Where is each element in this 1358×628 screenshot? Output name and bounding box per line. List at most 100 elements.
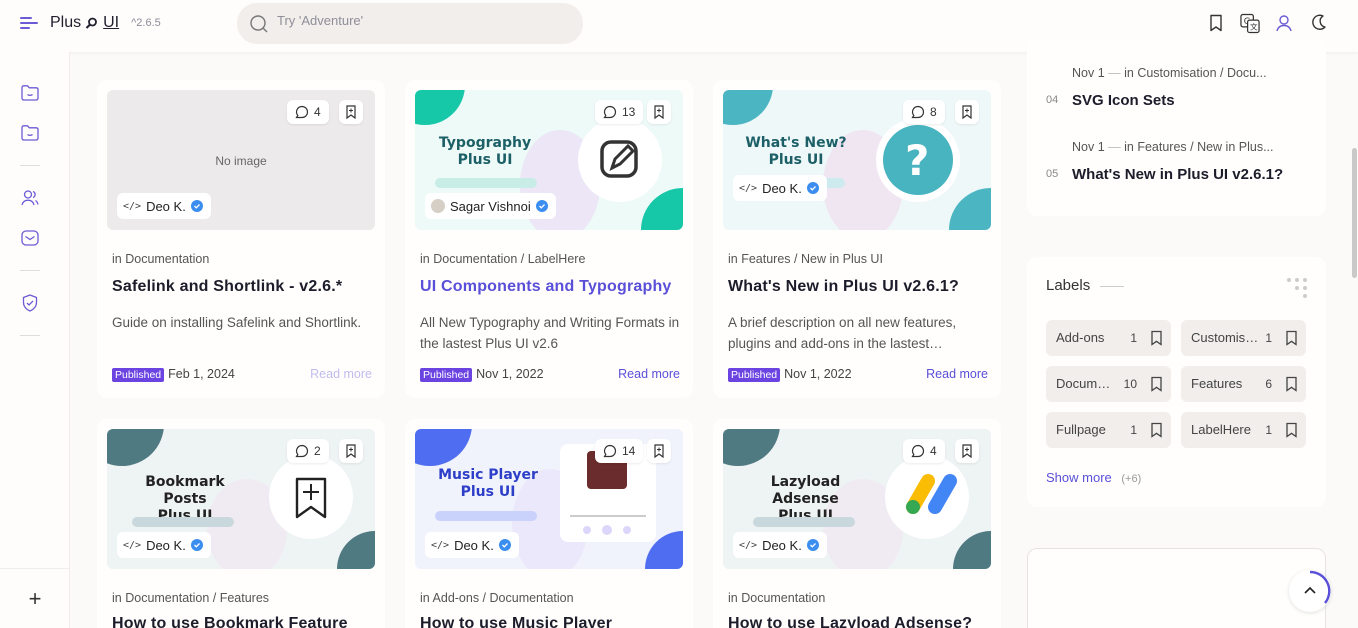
comments-badge[interactable]: 14 — [595, 439, 644, 463]
folder-smile-icon[interactable] — [20, 83, 40, 103]
read-more-link[interactable]: Read more — [310, 367, 372, 381]
comment-icon — [295, 105, 309, 119]
site-logo[interactable]: Plus UI ^2.6.5 — [50, 14, 161, 32]
post-date: Nov 1, 2022 — [476, 367, 544, 381]
author-badge[interactable]: </> Deo K. — [425, 532, 519, 558]
svg-text:文: 文 — [1250, 21, 1258, 31]
svg-text:?: ? — [905, 136, 929, 185]
popular-post-number: 05 — [1046, 168, 1059, 180]
widget-panel — [1027, 548, 1326, 628]
users-icon[interactable] — [20, 188, 40, 208]
comments-badge[interactable]: 4 — [287, 100, 329, 124]
post-date: Nov 1, 2022 — [784, 367, 852, 381]
popular-post-meta: Nov 1 — in Customisation / Docu... — [1072, 66, 1267, 80]
post-date: Feb 1, 2024 — [168, 367, 235, 381]
popular-post-title[interactable]: SVG Icon Sets — [1072, 92, 1175, 109]
page-scrollbar[interactable] — [1352, 148, 1357, 278]
author-badge[interactable]: </> Deo K. — [117, 193, 211, 219]
post-thumbnail[interactable]: Typography Plus UI 13 Sagar Vishnoi — [415, 90, 683, 230]
verified-icon — [498, 539, 511, 551]
bookmark-add-icon — [962, 105, 972, 119]
sidebar-divider — [20, 270, 40, 271]
bookmark-button[interactable] — [339, 100, 363, 124]
bookmark-button[interactable] — [955, 439, 979, 463]
post-category: in Add-ons / Documentation — [420, 591, 574, 605]
verified-icon — [535, 200, 548, 212]
post-category: in Documentation — [112, 252, 210, 266]
comments-badge[interactable]: 4 — [903, 439, 945, 463]
category-link[interactable]: Documentation / Features — [125, 591, 269, 605]
scroll-top-button[interactable] — [1289, 570, 1331, 612]
thumbnail-pill — [753, 517, 855, 527]
author-badge[interactable]: Sagar Vishnoi — [425, 193, 556, 219]
search-input[interactable] — [277, 13, 567, 28]
category-link[interactable]: Documentation / LabelHere — [433, 252, 585, 266]
post-category: in Documentation / LabelHere — [420, 252, 586, 266]
bookmark-button[interactable] — [647, 439, 671, 463]
comment-count: 8 — [930, 105, 937, 119]
post-title[interactable]: What's New in Plus UI v2.6.1? — [728, 278, 993, 296]
search-box[interactable] — [237, 3, 583, 44]
post-thumbnail[interactable]: Music Player Plus UI 14 </> Deo K. — [415, 429, 683, 569]
user-icon[interactable] — [1274, 12, 1294, 34]
category-link[interactable]: Features / New in Plus UI — [741, 252, 883, 266]
moon-icon[interactable] — [1308, 12, 1328, 34]
post-title[interactable]: How to use Music Player — [420, 615, 685, 628]
bookmark-button[interactable] — [339, 439, 363, 463]
folder-smile-icon[interactable] — [20, 123, 40, 143]
label-chip[interactable]: Add-ons 1 — [1046, 320, 1171, 356]
post-description: Guide on installing Safelink and Shortli… — [112, 315, 362, 330]
bookmark-add-icon — [962, 444, 972, 458]
menu-icon[interactable] — [20, 15, 40, 31]
label-chip[interactable]: Documentation10 — [1046, 366, 1171, 402]
post-title[interactable]: How to use Bookmark Feature — [112, 615, 377, 628]
category-link[interactable]: Documentation — [125, 252, 209, 266]
post-card: Typography Plus UI 13 Sagar Vishnoi in D… — [405, 80, 693, 398]
comments-badge[interactable]: 8 — [903, 100, 945, 124]
add-button[interactable]: + — [0, 568, 70, 628]
mail-icon[interactable] — [20, 228, 40, 248]
logo-text: Plus — [50, 14, 82, 31]
post-card: Lazyload Adsense Plus UI 4 </> Deo K. in… — [713, 419, 1001, 628]
popular-post-title[interactable]: What's New in Plus UI v2.6.1? — [1072, 166, 1283, 183]
post-description: A brief description on all new features,… — [728, 315, 957, 351]
read-more-link[interactable]: Read more — [926, 367, 988, 381]
thumbnail-pill — [435, 511, 537, 521]
translate-icon[interactable]: G文 — [1240, 12, 1260, 34]
post-thumbnail[interactable]: No image 4 </> Deo K. — [107, 90, 375, 230]
post-description: All New Typography and Writing Formats i… — [420, 315, 680, 351]
show-more-labels[interactable]: Show more (+6) — [1046, 470, 1141, 485]
read-more-link[interactable]: Read more — [618, 367, 680, 381]
comments-badge[interactable]: 2 — [287, 439, 329, 463]
comments-badge[interactable]: 13 — [595, 100, 644, 124]
post-thumbnail[interactable]: Bookmark Posts Plus UI 2 </> Deo K. — [107, 429, 375, 569]
author-badge[interactable]: </> Deo K. — [117, 532, 211, 558]
post-title[interactable]: UI Components and Typography — [420, 278, 685, 296]
post-thumbnail[interactable]: Lazyload Adsense Plus UI 4 </> Deo K. — [723, 429, 991, 569]
bookmark-icon — [1285, 330, 1298, 349]
label-chip[interactable]: Fullpage 1 — [1046, 412, 1171, 448]
bookmark-icon[interactable] — [1206, 12, 1226, 34]
label-chip[interactable]: Features 6 — [1181, 366, 1306, 402]
popular-posts-widget: Nov 1 — in Customisation / Docu... 04 SV… — [1027, 40, 1326, 216]
post-card: ? What's New? Plus UI 8 </> Deo K. in Fe… — [713, 80, 1001, 398]
bookmark-button[interactable] — [647, 100, 671, 124]
post-title[interactable]: Safelink and Shortlink - v2.6.* — [112, 278, 377, 296]
comment-icon — [603, 105, 617, 119]
author-badge[interactable]: </> Deo K. — [733, 532, 827, 558]
post-card: No image 4 </> Deo K. in Documentation S… — [97, 80, 385, 398]
author-badge[interactable]: </> Deo K. — [733, 175, 827, 201]
published-badge: Published — [728, 368, 781, 382]
shield-check-icon[interactable] — [20, 293, 40, 313]
code-icon: </> — [739, 539, 758, 551]
bookmark-button[interactable] — [955, 100, 979, 124]
comment-count: 2 — [314, 444, 321, 458]
category-link[interactable]: Add-ons / Documentation — [433, 591, 574, 605]
thumbnail-pill — [132, 517, 234, 527]
code-icon: </> — [739, 182, 758, 194]
label-chip[interactable]: LabelHere 1 — [1181, 412, 1306, 448]
label-chip[interactable]: Customisation1 — [1181, 320, 1306, 356]
post-title[interactable]: How to use Lazyload Adsense? — [728, 615, 993, 628]
post-thumbnail[interactable]: ? What's New? Plus UI 8 </> Deo K. — [723, 90, 991, 230]
category-link[interactable]: Documentation — [741, 591, 825, 605]
